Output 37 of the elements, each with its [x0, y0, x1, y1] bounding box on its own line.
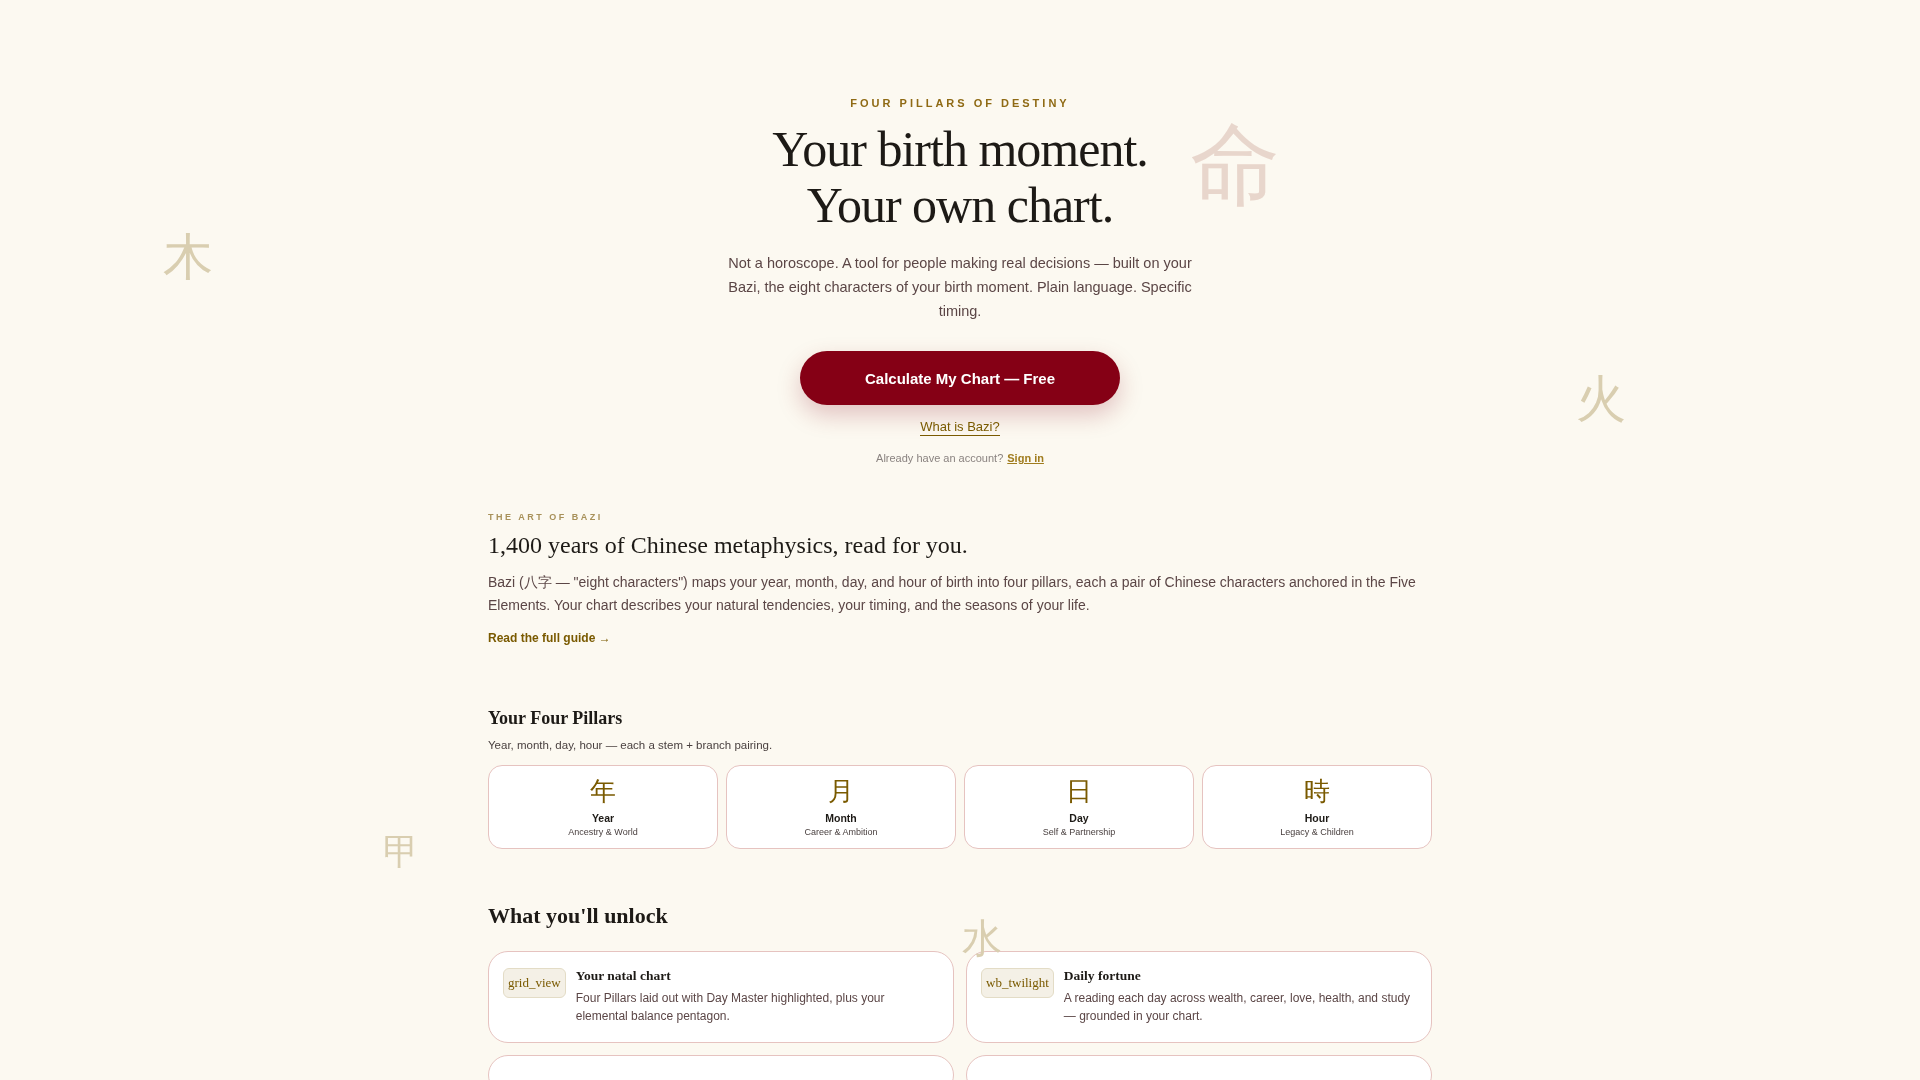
pillar-glyph: 時 — [1304, 776, 1330, 806]
feature-title: Daily fortune — [1063, 968, 1142, 984]
calculate-chart-button[interactable]: Calculate My Chart — Free — [800, 351, 1120, 405]
pillar-meaning: Legacy & Children — [1280, 827, 1354, 837]
pillar-label: Hour — [1304, 812, 1330, 824]
hero-intro: Not a horoscope. A tool for people making real decisions — built on your Bazi, the eight characters of your birth moment. Plain language. Specific timing. — [727, 254, 1193, 321]
background-glyph: 甲 — [383, 834, 419, 870]
sign-in-link[interactable]: Sign in — [1007, 452, 1044, 464]
section-body: Bazi (八字 — "eight characters") maps your year, month, day, and hour of birth into four pillars, each a pair of Chinese characters anchored in the Five Elements. Your chart describes your natural tendencies, your timing, and the seasons of your life. — [488, 573, 1417, 615]
background-glyph: 木 — [163, 232, 213, 282]
signin-prompt: Already have an account? — [876, 452, 1004, 464]
pillars-heading: Your Four Pillars — [488, 708, 624, 729]
pillar-glyph: 日 — [1066, 776, 1092, 806]
section-heading: 1,400 years of Chinese metaphysics, read for you. — [488, 532, 969, 559]
background-glyph: 火 — [1576, 374, 1626, 424]
eyebrow-label: FOUR PILLARS OF DESTINY — [850, 97, 1070, 109]
unlock-heading: What you'll unlock — [488, 903, 669, 929]
section-eyebrow: THE ART OF BAZI — [488, 512, 604, 522]
pillars-subheading: Year, month, day, hour — each a stem + branch pairing. — [488, 739, 774, 751]
read-guide-link[interactable]: Read the full guide → — [488, 631, 611, 645]
feature-icon-label: wb_twilight — [981, 968, 1054, 998]
background-glyph: 水 — [962, 918, 1002, 958]
feature-icon-label: grid_view — [503, 968, 566, 998]
pillar-label: Month — [825, 812, 857, 824]
feature-description: A reading each day across wealth, career, love, health, and study — grounded in your chart. — [1063, 990, 1412, 1025]
pillar-glyph: 年 — [590, 776, 616, 806]
pillar-meaning: Self & Partnership — [1042, 827, 1116, 837]
pillar-label: Day — [1069, 812, 1089, 824]
hero-title-line: Your own chart. — [806, 177, 1114, 233]
pillar-label: Year — [591, 812, 615, 824]
pillar-glyph: 月 — [828, 776, 854, 806]
feature-description: Four Pillars laid out with Day Master highlighted, plus your elemental balance pentagon. — [575, 990, 886, 1025]
pillar-meaning: Career & Ambition — [804, 827, 878, 837]
pillar-meaning: Ancestry & World — [568, 827, 638, 837]
what-is-bazi-link[interactable]: What is Bazi? — [920, 419, 1000, 436]
hero-title-line: Your birth moment. — [772, 121, 1148, 177]
feature-title: Your natal chart — [575, 968, 672, 984]
